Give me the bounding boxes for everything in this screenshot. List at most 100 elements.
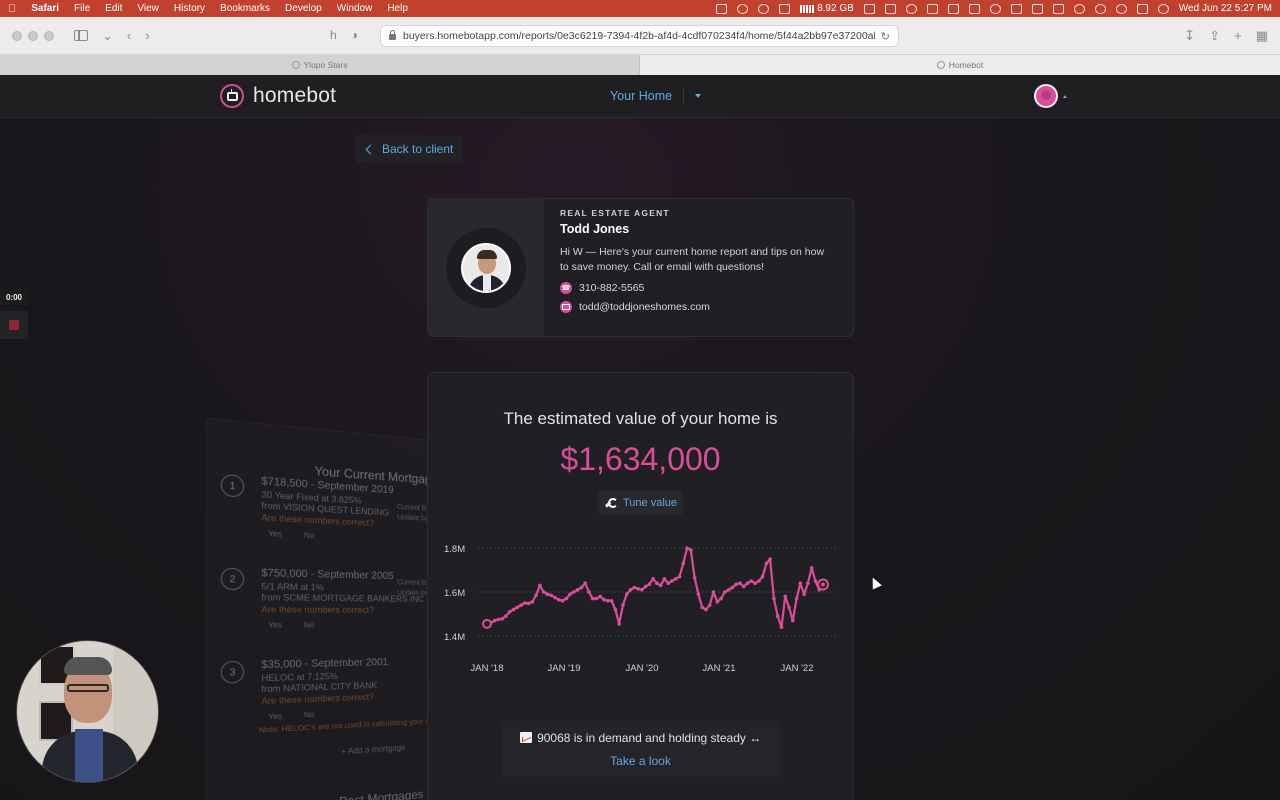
tune-value-button[interactable]: Tune value	[598, 490, 683, 515]
mortgage-number: 1	[220, 473, 245, 498]
menu-window[interactable]: Window	[337, 3, 373, 14]
dropbox-status-icon[interactable]	[716, 3, 728, 14]
back-to-client-button[interactable]: Back to client	[355, 135, 463, 163]
menu-file[interactable]: File	[74, 3, 90, 14]
take-a-look-link[interactable]: Take a look	[501, 754, 780, 768]
forward-nav-icon[interactable]: ›	[145, 28, 149, 43]
calendar-status-icon[interactable]	[1010, 3, 1022, 14]
clipboard-status-icon[interactable]	[926, 3, 938, 14]
agent-card: REAL ESTATE AGENT Todd Jones Hi W — Here…	[427, 198, 854, 337]
value-point	[655, 581, 659, 585]
tools-status-icon[interactable]	[884, 3, 896, 14]
value-point	[662, 577, 667, 581]
x-tick-label: JAN '19	[548, 663, 581, 674]
value-point	[606, 599, 610, 603]
homebot-logo[interactable]: homebot	[220, 84, 336, 108]
menu-view[interactable]: View	[137, 3, 159, 14]
no-button[interactable]: No	[304, 620, 314, 631]
play-status-icon[interactable]	[905, 3, 917, 14]
value-point	[511, 607, 516, 612]
sidebar-dropdown-icon[interactable]: ⌄	[102, 28, 113, 44]
value-point	[534, 593, 538, 598]
menubar-clock[interactable]: Wed Jun 22 5:27 PM	[1179, 3, 1272, 14]
chevron-up-icon[interactable]	[1063, 95, 1067, 98]
chart-emoji-icon	[519, 732, 532, 743]
x-tick-label: JAN '22	[781, 663, 814, 674]
value-point	[636, 586, 640, 591]
memory-status[interactable]: 8.92 GB	[800, 3, 854, 14]
chevron-down-icon[interactable]	[695, 94, 702, 98]
back-nav-icon[interactable]: ‹	[127, 28, 131, 43]
home-value-card: The estimated value of your home is $1,6…	[427, 372, 854, 800]
menu-develop[interactable]: Develop	[285, 3, 322, 14]
menu-app-safari[interactable]: Safari	[31, 3, 59, 14]
close-window-button[interactable]	[12, 30, 22, 41]
tab-bar: Ylopo Stars Homebot	[0, 55, 1280, 75]
menu-edit[interactable]: Edit	[105, 3, 122, 14]
creative-cloud-status-icon[interactable]	[758, 3, 770, 14]
sidebar-toggle-icon[interactable]	[74, 30, 88, 41]
tab-overview-icon[interactable]: ▦	[1256, 28, 1268, 44]
agent-email-address[interactable]: todd@toddjoneshomes.com	[579, 301, 710, 313]
menu-help[interactable]: Help	[387, 3, 408, 14]
reload-icon[interactable]: ↻	[881, 30, 890, 43]
macos-menu-bar:  Safari File Edit View History Bookmark…	[0, 0, 1280, 17]
value-point	[670, 579, 674, 583]
value-line	[486, 546, 824, 629]
extension-icon[interactable]: һ	[330, 28, 337, 42]
value-point	[587, 590, 591, 594]
shield-icon[interactable]: ◑	[351, 28, 358, 42]
update-balance-link[interactable]: Update ba	[397, 588, 428, 599]
apple-menu-icon[interactable]: 	[8, 3, 16, 15]
minimize-window-button[interactable]	[28, 30, 38, 41]
no-button[interactable]: No	[304, 709, 314, 721]
value-point	[666, 581, 671, 585]
tab-ylopo-stars[interactable]: Ylopo Stars	[0, 55, 640, 75]
value-point	[730, 585, 735, 590]
address-bar[interactable]: buyers.homebotapp.com/reports/0e3c6219-7…	[380, 25, 899, 47]
value-point	[538, 583, 542, 588]
spotlight-search-icon[interactable]	[1115, 3, 1127, 14]
share-icon[interactable]: ⇪	[1209, 28, 1220, 44]
no-button[interactable]: No	[304, 530, 314, 542]
add-mortgage-button[interactable]: + Add a mortgage	[341, 743, 405, 757]
lock-status-icon[interactable]	[968, 3, 980, 14]
menu-history[interactable]: History	[174, 3, 205, 14]
value-point	[715, 600, 720, 604]
value-point	[590, 596, 595, 601]
memory-bars-icon	[800, 4, 815, 13]
user-avatar[interactable]	[1034, 84, 1058, 108]
x-tick-label: JAN '21	[703, 663, 736, 674]
display-status-icon[interactable]	[863, 3, 875, 14]
tab-homebot[interactable]: Homebot	[640, 55, 1280, 75]
siri-icon[interactable]	[1157, 3, 1169, 14]
your-home-link[interactable]: Your Home	[610, 89, 672, 103]
bluetooth-icon[interactable]	[1031, 3, 1043, 14]
yes-button[interactable]: Yes	[268, 711, 282, 723]
agent-phone-number[interactable]: 310-882-5565	[579, 282, 644, 294]
battery-icon[interactable]	[1052, 3, 1064, 14]
yes-button[interactable]: Yes	[268, 620, 282, 631]
user-status-icon[interactable]	[1094, 3, 1106, 14]
time-machine-icon[interactable]	[989, 3, 1001, 14]
recording-timer: 0:00	[0, 289, 28, 305]
value-point	[628, 588, 633, 592]
agent-email[interactable]: todd@toddjoneshomes.com	[560, 301, 840, 313]
sync-status-icon[interactable]	[779, 3, 791, 14]
zoom-window-button[interactable]	[44, 30, 54, 41]
downloads-icon[interactable]: ↧	[1184, 28, 1195, 44]
agent-phone[interactable]: 310-882-5565	[560, 282, 840, 294]
new-tab-icon[interactable]: +	[1234, 28, 1242, 44]
stop-recording-button[interactable]	[0, 311, 28, 339]
control-center-icon[interactable]	[1136, 3, 1148, 14]
yes-button[interactable]: Yes	[268, 528, 282, 540]
value-point	[764, 561, 769, 566]
value-point	[707, 603, 712, 607]
update-balance-link[interactable]: Update ba	[397, 513, 428, 525]
value-point	[541, 590, 546, 594]
wifi-icon[interactable]	[1073, 3, 1085, 14]
menu-bookmarks[interactable]: Bookmarks	[220, 3, 270, 14]
settings-status-icon[interactable]	[737, 3, 749, 14]
your-home-menu[interactable]: Your Home	[610, 89, 702, 103]
bed-status-icon[interactable]	[947, 3, 959, 14]
